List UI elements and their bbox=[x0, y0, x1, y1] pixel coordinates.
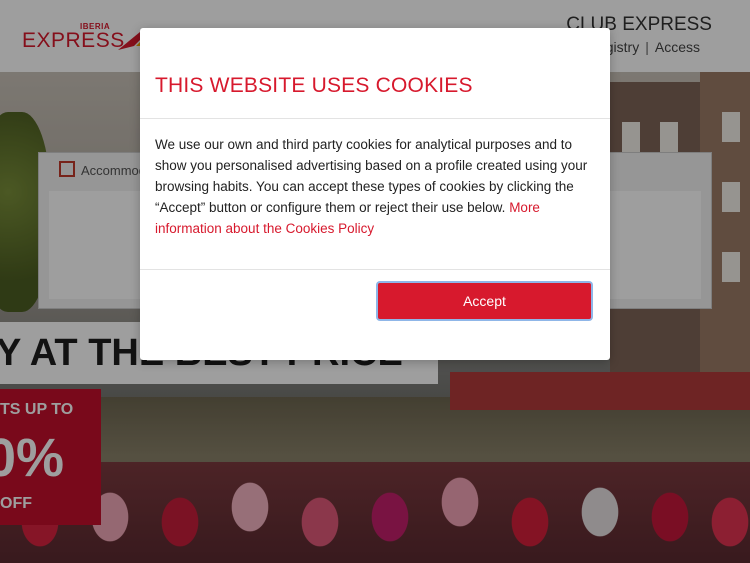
cookie-consent-dialog: THIS WEBSITE USES COOKIES We use our own… bbox=[140, 28, 610, 360]
dialog-divider bbox=[140, 269, 610, 270]
accept-cookies-button[interactable]: Accept bbox=[378, 283, 591, 319]
dialog-divider bbox=[140, 118, 610, 119]
cookie-dialog-title: THIS WEBSITE USES COOKIES bbox=[155, 74, 473, 97]
cookie-dialog-body: We use our own and third party cookies f… bbox=[155, 134, 595, 239]
